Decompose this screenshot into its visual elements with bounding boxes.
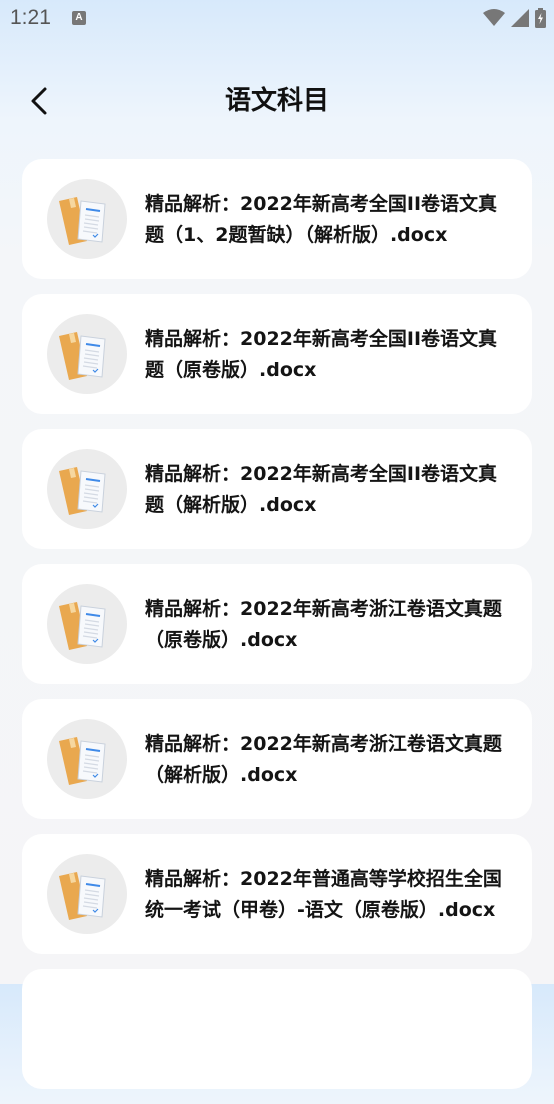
page-title: 语文科目 xyxy=(224,86,329,116)
status-bar: 1:21 A xyxy=(0,0,554,40)
battery-charging-icon xyxy=(535,8,546,28)
file-name: 精品解析：2022年新高考全国II卷语文真题（1、2题暂缺）（解析版）.docx xyxy=(145,193,498,246)
file-name: 精品解析：2022年新高考浙江卷语文真题（原卷版）.docx xyxy=(145,598,502,651)
wifi-icon xyxy=(483,9,505,26)
document-folder-icon xyxy=(47,854,127,934)
document-folder-icon xyxy=(47,584,127,664)
file-name: 精品解析：2022年新高考全国II卷语文真题（原卷版）.docx xyxy=(145,328,498,381)
file-name: 精品解析：2022年普通高等学校招生全国统一考试（甲卷）-语文（原卷版）.doc… xyxy=(145,868,502,921)
document-folder-icon xyxy=(47,719,127,799)
status-time: 1:21 xyxy=(10,6,51,29)
document-folder-icon xyxy=(47,449,127,529)
file-name: 精品解析：2022年新高考全国II卷语文真题（解析版）.docx xyxy=(145,463,498,516)
file-list-item[interactable]: 精品解析：2022年新高考全国II卷语文真题（解析版）.docx xyxy=(22,429,532,549)
header: 语文科目 xyxy=(0,60,554,142)
status-icons xyxy=(483,7,546,29)
file-name: 精品解析：2022年新高考浙江卷语文真题（解析版）.docx xyxy=(145,733,502,786)
document-folder-icon xyxy=(47,179,127,259)
file-list-item[interactable]: 精品解析：2022年新高考全国II卷语文真题（原卷版）.docx xyxy=(22,294,532,414)
file-list-item[interactable]: 精品解析：2022年新高考浙江卷语文真题（原卷版）.docx xyxy=(22,564,532,684)
cellular-signal-icon xyxy=(511,9,529,27)
file-list-item[interactable]: 精品解析：2022年新高考全国II卷语文真题（1、2题暂缺）（解析版）.docx xyxy=(22,159,532,279)
document-folder-icon xyxy=(47,314,127,394)
file-list-item[interactable]: 精品解析：2022年普通高等学校招生全国统一考试（甲卷）-语文（原卷版）.doc… xyxy=(22,834,532,954)
file-list: 精品解析：2022年新高考全国II卷语文真题（1、2题暂缺）（解析版）.docx… xyxy=(22,159,532,1104)
notification-a-icon: A xyxy=(72,11,86,25)
file-list-item[interactable] xyxy=(22,969,532,1089)
file-list-item[interactable]: 精品解析：2022年新高考浙江卷语文真题（解析版）.docx xyxy=(22,699,532,819)
